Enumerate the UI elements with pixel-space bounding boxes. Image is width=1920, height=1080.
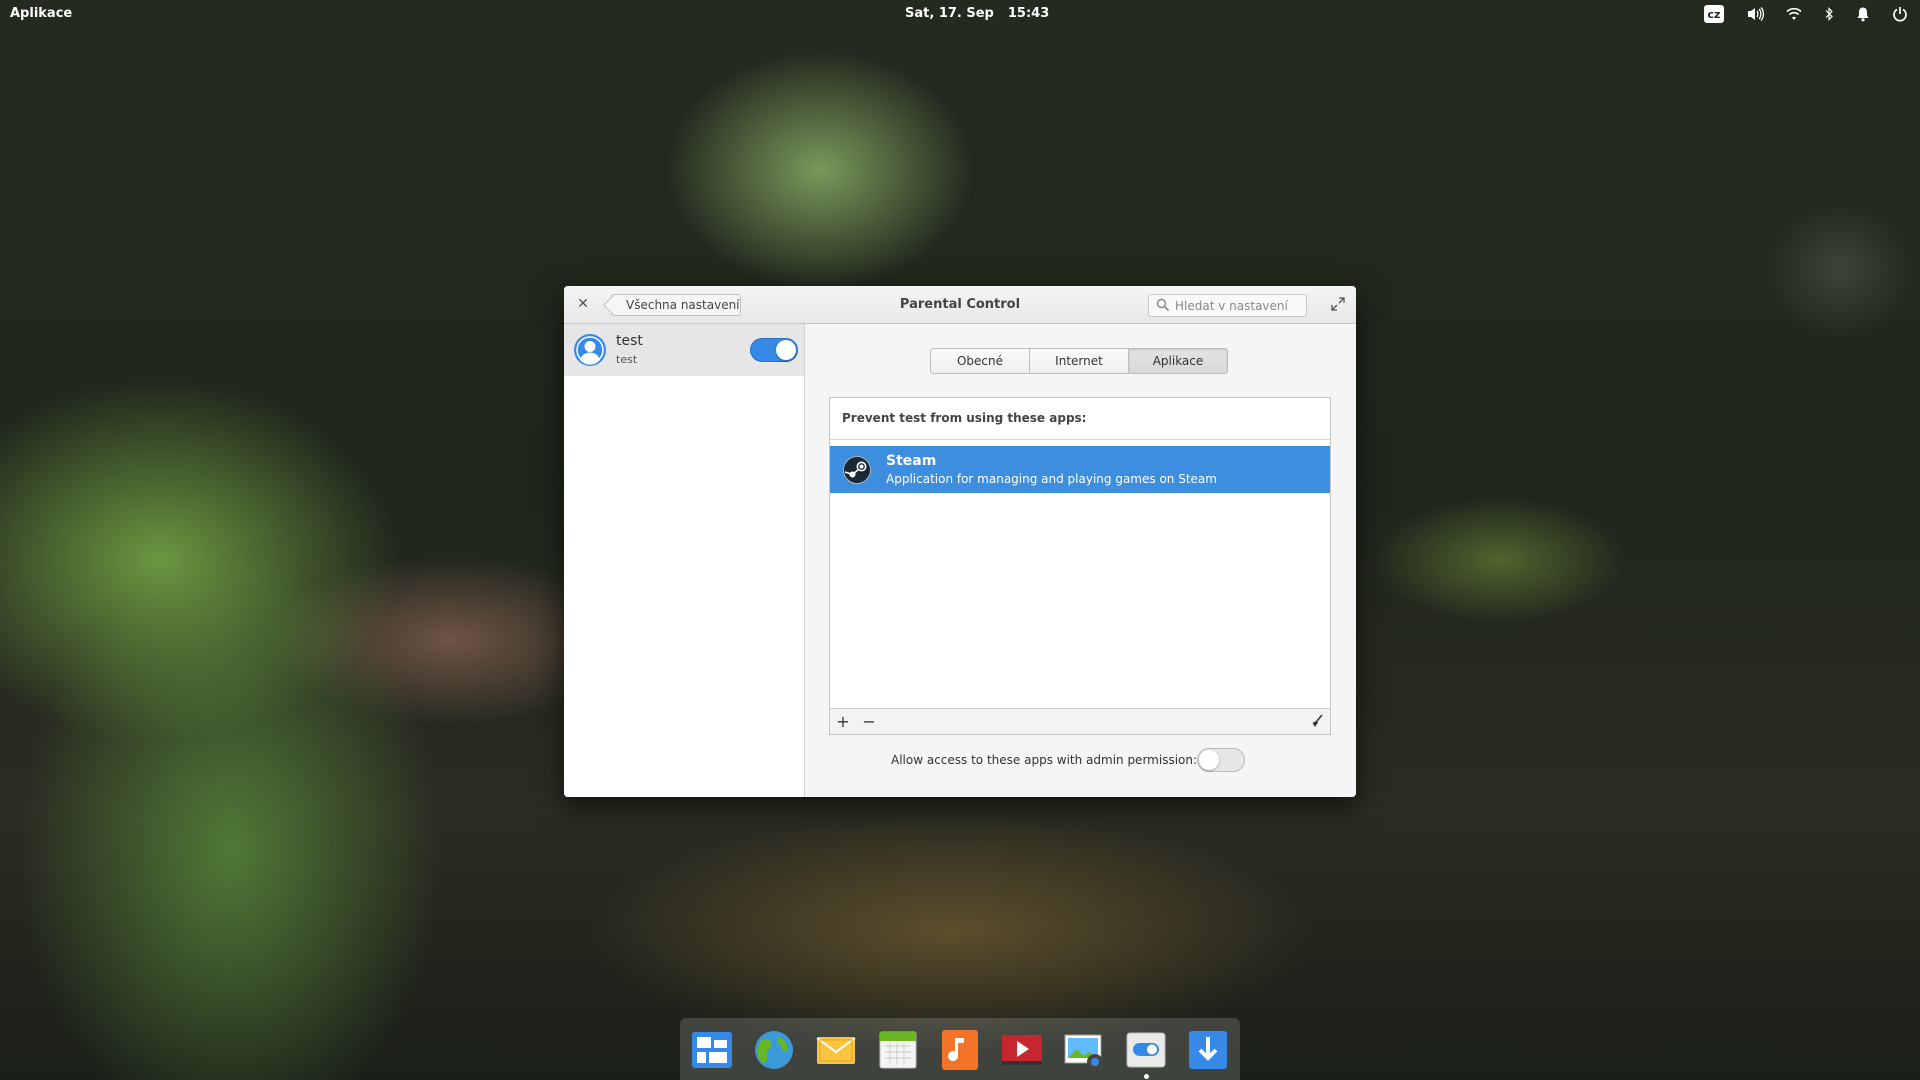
settings-search[interactable] bbox=[1148, 294, 1307, 317]
system-tray: cz bbox=[1704, 3, 1908, 25]
user-restrictions-switch[interactable] bbox=[750, 338, 798, 362]
switch-knob bbox=[1199, 750, 1219, 770]
blocked-apps-list: Prevent test from using these apps: Stea… bbox=[829, 397, 1331, 735]
user-list-sidebar: test test bbox=[564, 324, 805, 797]
user-full-name: test bbox=[616, 333, 643, 349]
top-panel: Aplikace Sat, 17. Sep 15:43 cz bbox=[0, 0, 1920, 28]
multitasking-view-icon[interactable] bbox=[690, 1028, 734, 1072]
user-login-name: test bbox=[616, 353, 638, 366]
datetime-indicator[interactable]: Sat, 17. Sep 15:43 bbox=[905, 6, 1049, 21]
power-icon[interactable] bbox=[1892, 3, 1908, 25]
tab-internet[interactable]: Internet bbox=[1029, 348, 1129, 374]
tab-general[interactable]: Obecné bbox=[930, 348, 1030, 374]
list-item[interactable]: Steam Application for managing and playi… bbox=[830, 446, 1330, 493]
clear-broom-icon bbox=[1312, 714, 1323, 727]
time-label: 15:43 bbox=[1007, 6, 1050, 21]
blocked-apps-header: Prevent test from using these apps: bbox=[830, 398, 1330, 440]
admin-permission-label: Allow access to these apps with admin pe… bbox=[891, 753, 1198, 767]
applications-menu[interactable]: Aplikace bbox=[10, 6, 72, 21]
switch-knob bbox=[776, 340, 796, 360]
all-settings-back-button[interactable]: Všechna nastavení bbox=[611, 294, 741, 316]
notifications-icon[interactable] bbox=[1856, 3, 1870, 25]
volume-icon[interactable] bbox=[1746, 3, 1764, 25]
remove-app-button[interactable]: − bbox=[858, 710, 880, 732]
mode-tabs: Obecné Internet Aplikace bbox=[930, 348, 1228, 374]
settings-content: Obecné Internet Aplikace Prevent test fr… bbox=[805, 324, 1356, 797]
videos-icon[interactable] bbox=[1000, 1028, 1044, 1072]
date-label: Sat, 17. Sep bbox=[905, 6, 994, 21]
appcenter-icon[interactable] bbox=[1186, 1028, 1230, 1072]
admin-permission-switch[interactable] bbox=[1197, 748, 1245, 772]
app-name: Steam bbox=[886, 453, 937, 469]
list-toolbar: + − bbox=[830, 708, 1330, 734]
user-avatar-icon bbox=[574, 334, 606, 366]
steam-icon bbox=[843, 456, 871, 484]
system-settings-icon[interactable] bbox=[1124, 1028, 1168, 1072]
maximize-icon[interactable] bbox=[1330, 296, 1346, 312]
wifi-icon[interactable] bbox=[1786, 3, 1802, 25]
running-indicator bbox=[1144, 1074, 1149, 1079]
calendar-icon[interactable] bbox=[876, 1028, 920, 1072]
web-browser-icon[interactable] bbox=[752, 1028, 796, 1072]
add-app-button[interactable]: + bbox=[832, 710, 854, 732]
search-icon bbox=[1156, 298, 1170, 312]
mail-icon[interactable] bbox=[814, 1028, 858, 1072]
photos-icon[interactable] bbox=[1062, 1028, 1106, 1072]
app-description: Application for managing and playing gam… bbox=[886, 472, 1217, 486]
parental-control-window: ✕ Všechna nastavení Parental Control tes… bbox=[564, 286, 1356, 797]
clear-list-button[interactable] bbox=[1306, 710, 1328, 732]
close-button[interactable]: ✕ bbox=[574, 295, 592, 313]
dock bbox=[680, 1018, 1240, 1080]
tab-applications[interactable]: Aplikace bbox=[1128, 348, 1228, 374]
bluetooth-icon[interactable] bbox=[1824, 3, 1834, 25]
window-titlebar[interactable]: ✕ Všechna nastavení Parental Control bbox=[564, 286, 1356, 324]
search-input[interactable] bbox=[1175, 296, 1303, 315]
keyboard-layout-indicator[interactable]: cz bbox=[1704, 5, 1724, 23]
music-icon[interactable] bbox=[938, 1028, 982, 1072]
user-list-item[interactable]: test test bbox=[564, 324, 804, 376]
